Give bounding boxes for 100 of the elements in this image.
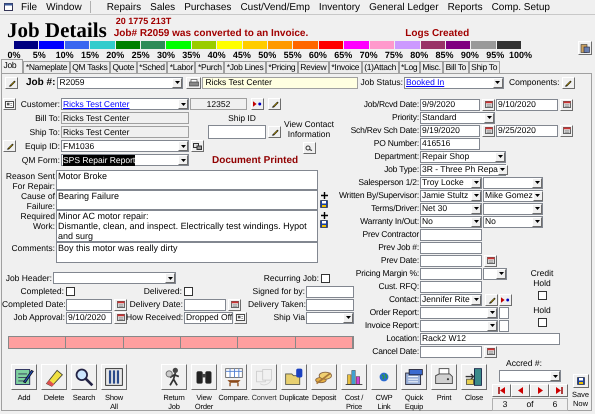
input-field[interactable] (306, 286, 354, 298)
calendar-button[interactable] (484, 254, 497, 266)
add-note-button[interactable] (320, 212, 328, 219)
tab[interactable]: Job (1, 59, 24, 73)
dropdown-field[interactable]: Jennifer Rite (420, 294, 482, 306)
menu-item[interactable]: Reports (448, 2, 483, 12)
previous-record-button[interactable] (511, 384, 530, 397)
input-field[interactable] (499, 320, 509, 332)
app-menu-icon[interactable] (4, 3, 13, 11)
dropdown-field[interactable] (483, 268, 507, 280)
edit-button[interactable] (485, 294, 498, 306)
date-field[interactable]: 9/9/2020 (420, 98, 480, 110)
tab[interactable]: Ship To (468, 61, 500, 73)
dropdown-button[interactable] (165, 273, 175, 283)
next-record-button[interactable] (530, 384, 549, 397)
calendar-button[interactable] (228, 298, 241, 310)
dropdown-button[interactable] (471, 178, 481, 188)
tab[interactable]: (1)Attach (362, 61, 399, 73)
dropdown-button[interactable] (172, 78, 182, 88)
input-field[interactable]: Dropped Off (184, 312, 233, 324)
calendar-button[interactable] (482, 98, 495, 110)
dropdown-button[interactable] (496, 268, 506, 278)
menu-item[interactable]: Comp. Setup (492, 2, 550, 12)
checkbox[interactable] (321, 274, 330, 282)
dropdown-button[interactable] (484, 112, 494, 122)
dropdown-button[interactable] (487, 320, 497, 330)
dropdown-button[interactable] (532, 178, 542, 188)
edit-button[interactable] (562, 76, 575, 88)
input-field[interactable] (499, 306, 509, 318)
date-field[interactable] (420, 346, 482, 358)
text-area[interactable]: Bearing Failure (56, 190, 318, 210)
dropdown-field[interactable] (483, 176, 543, 188)
input-field[interactable]: Rack2 W12 (420, 332, 560, 344)
picker-button[interactable] (234, 312, 247, 324)
text-area[interactable]: Boy this motor was really dirty (56, 242, 318, 263)
dropdown-button[interactable] (471, 204, 481, 214)
first-record-button[interactable] (492, 384, 511, 397)
menu-item[interactable]: Inventory (318, 2, 360, 12)
dropdown-field[interactable] (483, 202, 543, 214)
tab[interactable]: *Log (398, 61, 420, 73)
tab[interactable]: *Nameplate (23, 61, 70, 73)
dropdown-button[interactable] (471, 190, 481, 200)
dropdown-field[interactable] (53, 272, 176, 284)
dropdown-field[interactable] (420, 306, 498, 318)
tab[interactable]: *Purch (195, 61, 224, 73)
contact-card-button[interactable] (3, 98, 16, 110)
edit-button[interactable] (3, 140, 16, 152)
tab[interactable]: *Sched (136, 61, 168, 73)
input-field[interactable]: 416516 (420, 138, 480, 150)
tab[interactable]: *Pricing (266, 61, 298, 73)
dropdown-field[interactable]: R2059 (57, 76, 184, 88)
input-field[interactable] (420, 228, 482, 240)
view-contact-button[interactable] (302, 142, 316, 154)
menu-item[interactable]: Window (46, 2, 82, 12)
dropdown-button[interactable] (532, 204, 542, 214)
dropdown-field[interactable] (499, 370, 561, 382)
calendar-button[interactable] (484, 346, 497, 358)
dropdown-field[interactable]: Troy Locke (420, 176, 482, 188)
calendar-button[interactable] (114, 298, 127, 310)
dropdown-field[interactable]: No (483, 216, 543, 228)
dropdown-button[interactable] (532, 216, 542, 226)
input-field[interactable] (420, 268, 482, 280)
edit-button[interactable] (268, 126, 281, 138)
tab[interactable]: *Labor (167, 61, 196, 73)
dropdown-field[interactable]: Mike Gomez (483, 190, 543, 202)
calendar-button[interactable] (114, 312, 127, 324)
date-field[interactable]: 9/10/2020 (496, 98, 558, 110)
input-field[interactable] (306, 298, 354, 310)
tab[interactable]: Review (298, 61, 329, 73)
tab[interactable]: Misc. (420, 61, 444, 73)
dropdown-field[interactable]: 3R - Three Ph Repa (420, 164, 506, 176)
tab[interactable]: *Invoice (328, 61, 362, 73)
date-field[interactable]: 9/19/2020 (420, 124, 480, 136)
link-button[interactable] (499, 294, 512, 306)
dropdown-field[interactable]: Jamie Stultz (420, 190, 482, 202)
dropdown-field[interactable]: Standard (420, 112, 495, 124)
tab[interactable]: Bill To (443, 61, 469, 73)
dropdown-field[interactable]: Repair Shop (420, 150, 506, 162)
dropdown-button[interactable] (492, 78, 503, 88)
dropdown-field[interactable] (420, 320, 498, 332)
menu-item[interactable]: Repairs (106, 2, 142, 12)
menu-item[interactable]: Cust/Vend/Emp (240, 2, 310, 12)
date-field[interactable] (184, 298, 226, 310)
dropdown-field[interactable]: Ricks Test Center (61, 98, 189, 110)
menu-item[interactable]: Purchases (184, 2, 232, 12)
dropdown-button[interactable] (498, 164, 508, 174)
dropdown-button[interactable] (495, 152, 505, 162)
text-area[interactable]: Minor AC motor repair: Dismantle, clean, and inspect. Electrically test windings. Hypot and surg (56, 210, 318, 242)
input-field[interactable] (420, 280, 482, 292)
dropdown-field[interactable]: FM1036 (61, 140, 189, 152)
dropdown-button[interactable] (178, 155, 188, 165)
dropdown-button[interactable] (532, 190, 543, 200)
tab[interactable]: QM Tasks (70, 61, 110, 73)
calendar-button[interactable] (482, 124, 495, 136)
menu-item[interactable]: Sales (150, 2, 176, 12)
checkbox[interactable] (538, 291, 546, 300)
save-note-button[interactable] (320, 200, 328, 208)
dropdown-button[interactable] (178, 141, 188, 151)
tab[interactable]: *Job Lines (224, 61, 266, 73)
print-button[interactable] (186, 76, 202, 88)
